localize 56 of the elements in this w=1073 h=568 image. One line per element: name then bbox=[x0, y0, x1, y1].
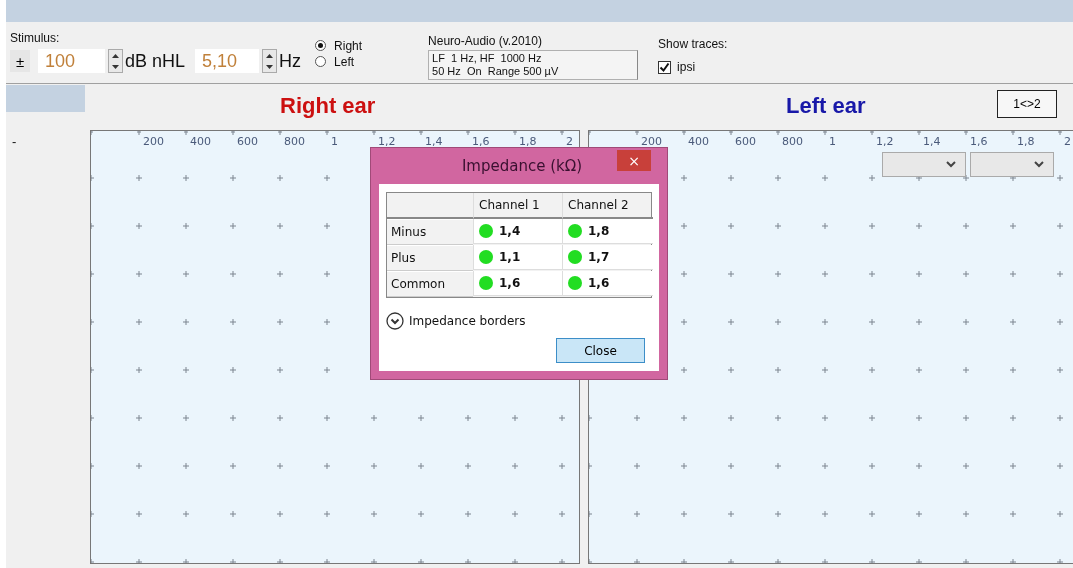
group-label: Show traces: bbox=[658, 37, 728, 51]
axis-label: 800 bbox=[284, 135, 305, 148]
axis-label: 1,8 bbox=[1017, 135, 1035, 148]
axis-label: 1,2 bbox=[378, 135, 396, 148]
checkbox[interactable] bbox=[658, 60, 672, 74]
impedance-value: 1,1 bbox=[499, 250, 521, 264]
axis-label: 400 bbox=[190, 135, 211, 148]
impedance-value: 1,6 bbox=[499, 276, 521, 290]
radio-label: Right bbox=[334, 38, 363, 53]
impedance-value: 1,8 bbox=[588, 224, 610, 238]
radio-button[interactable] bbox=[315, 40, 327, 51]
unit-label: dB nHL bbox=[125, 50, 186, 72]
spinner[interactable] bbox=[108, 49, 123, 73]
axis-label: 600 bbox=[735, 135, 756, 148]
plot-title: Right ear bbox=[280, 93, 376, 119]
radio-label: Left bbox=[334, 54, 355, 69]
axis-label: 1 bbox=[829, 135, 836, 148]
axis-label: 1,8 bbox=[519, 135, 537, 148]
impedance-value: 1,7 bbox=[588, 250, 610, 264]
sign-button[interactable]: ± bbox=[10, 50, 30, 72]
dialog-title: Impedance (kΩ) bbox=[461, 157, 583, 175]
axis-label: 1,2 bbox=[876, 135, 894, 148]
close-button[interactable]: × bbox=[617, 150, 651, 171]
down-arrow-icon bbox=[111, 63, 120, 70]
axis-label: 200 bbox=[143, 135, 164, 148]
expander-label[interactable]: Impedance borders bbox=[409, 314, 526, 328]
impedance-value: 1,6 bbox=[588, 276, 610, 290]
group-label: Stimulus: bbox=[10, 31, 61, 45]
unit-label: Hz bbox=[279, 50, 302, 72]
axis-label: 2 bbox=[1064, 135, 1071, 148]
axis-label: 2 bbox=[566, 135, 573, 148]
side-marker: - bbox=[12, 134, 17, 149]
down-arrow-icon bbox=[265, 63, 275, 70]
axis-label: 1 bbox=[331, 135, 338, 148]
axis-label: 800 bbox=[782, 135, 803, 148]
close-button[interactable]: Close bbox=[556, 338, 645, 363]
info-line: 50 Hz On Range 500 µV bbox=[432, 65, 560, 78]
spinner[interactable] bbox=[262, 49, 278, 73]
checkbox-label: ipsi bbox=[677, 60, 696, 74]
expand-icon[interactable] bbox=[386, 312, 404, 330]
axis-label: 400 bbox=[688, 135, 709, 148]
axis-label: 1,6 bbox=[472, 135, 490, 148]
axis-label: 1,6 bbox=[970, 135, 988, 148]
group-label: Neuro-Audio (v.2010) bbox=[428, 34, 543, 48]
plot-title: Left ear bbox=[786, 93, 866, 119]
axis-label: 600 bbox=[237, 135, 258, 148]
up-arrow-icon bbox=[265, 52, 275, 59]
impedance-value: 1,4 bbox=[499, 224, 521, 238]
up-arrow-icon bbox=[111, 52, 120, 59]
check-icon bbox=[659, 61, 671, 73]
axis-label: 200 bbox=[641, 135, 662, 148]
radio-button[interactable] bbox=[315, 56, 327, 67]
info-line: LF 1 Hz, HF 1000 Hz bbox=[432, 52, 543, 65]
axis-label: 1,4 bbox=[425, 135, 443, 148]
swap-button[interactable]: 1<>2 bbox=[997, 90, 1057, 118]
axis-label: 1,4 bbox=[923, 135, 941, 148]
